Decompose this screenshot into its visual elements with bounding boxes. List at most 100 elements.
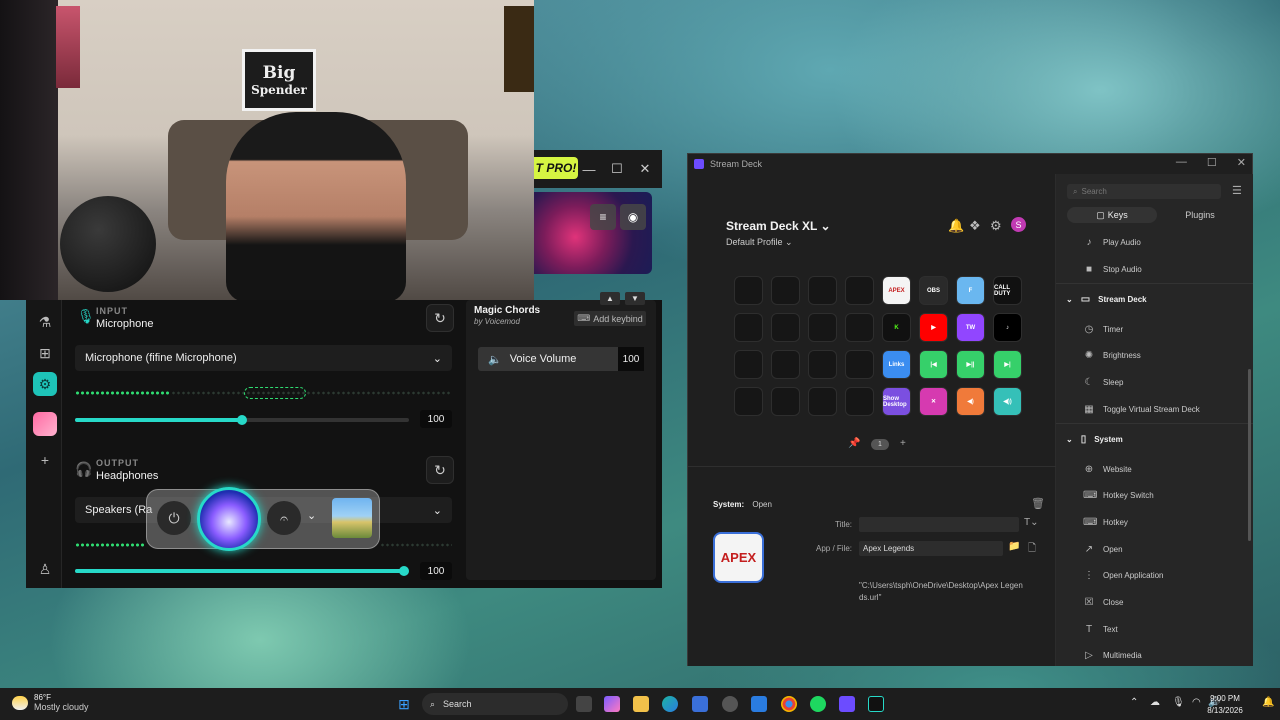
empty-key-slot[interactable]	[771, 313, 800, 342]
empty-key-slot[interactable]	[845, 313, 874, 342]
maximize-button[interactable]: ☐	[1207, 156, 1217, 169]
edge-icon[interactable]	[662, 696, 678, 712]
marketplace-icon[interactable]: ❖	[969, 218, 981, 234]
empty-key-slot[interactable]	[808, 276, 837, 305]
action-item[interactable]: ■ Stop Audio	[1083, 262, 1142, 276]
folder-icon[interactable]: 📁	[1008, 541, 1020, 552]
key-slot[interactable]: APEX	[882, 276, 911, 305]
voice-record-button[interactable]: ◉	[620, 204, 646, 230]
windows-start-icon[interactable]: ⊞	[396, 696, 412, 712]
noise-gate-marker[interactable]	[244, 387, 306, 399]
voice-volume-value[interactable]: 100	[618, 347, 644, 371]
empty-key-slot[interactable]	[845, 387, 874, 416]
empty-key-slot[interactable]	[771, 387, 800, 416]
mic-icon[interactable]: 🎙	[1172, 697, 1185, 708]
action-item[interactable]: ▷ Multimedia	[1083, 649, 1142, 663]
empty-key-slot[interactable]	[808, 350, 837, 379]
output-volume-value[interactable]: 100	[420, 562, 452, 580]
empty-key-slot[interactable]	[845, 350, 874, 379]
maximize-button[interactable]: ☐	[610, 161, 624, 177]
sidebar-profile[interactable]: ♙	[33, 557, 57, 581]
category-header[interactable]: ⌄ ▭ Stream Deck	[1066, 292, 1147, 306]
action-item[interactable]: ↗ Open	[1083, 542, 1123, 556]
chevron-up-icon[interactable]: ⌃	[1130, 697, 1138, 708]
action-search-input[interactable]: ⌕ Search	[1067, 184, 1221, 199]
key-slot[interactable]: ▶	[919, 313, 948, 342]
weather-widget[interactable]: 86°F Mostly cloudy	[12, 693, 89, 712]
output-refresh-button[interactable]: ↻	[426, 456, 454, 484]
pin-icon[interactable]: 📌	[848, 438, 860, 449]
minimize-button[interactable]: —	[582, 162, 596, 177]
action-item[interactable]: ✺ Brightness	[1083, 349, 1141, 363]
key-slot[interactable]: F	[956, 276, 985, 305]
key-slot[interactable]: ✕	[919, 387, 948, 416]
input-volume-knob[interactable]	[237, 415, 247, 425]
tab-keys[interactable]: ▢ Keys	[1067, 207, 1157, 223]
sidebar-scrollbar[interactable]	[1248, 369, 1251, 541]
key-slot[interactable]: Links	[882, 350, 911, 379]
empty-key-slot[interactable]	[845, 276, 874, 305]
task-view-icon[interactable]	[576, 696, 592, 712]
input-device-select[interactable]: Microphone (fifine Microphone) ⌄	[75, 345, 452, 371]
action-item[interactable]: ☒ Close	[1083, 596, 1124, 610]
voice-avatar[interactable]	[197, 487, 261, 551]
key-slot[interactable]: ◀))	[993, 387, 1022, 416]
hear-myself-button[interactable]: 𝄐	[267, 501, 301, 535]
sidebar-voices[interactable]: ⚗	[33, 310, 57, 334]
voice-settings-button[interactable]: ≡	[590, 204, 616, 230]
empty-key-slot[interactable]	[771, 350, 800, 379]
taskbar-search[interactable]: ⌕ Search	[422, 693, 568, 715]
trash-icon[interactable]: 🗑	[1031, 497, 1045, 510]
profile-selector[interactable]: Default Profile ⌄	[726, 237, 793, 248]
file-explorer-icon[interactable]	[633, 696, 649, 712]
category-header[interactable]: ⌄ ▯ System	[1066, 432, 1123, 446]
tab-plugins[interactable]: Plugins	[1160, 207, 1240, 223]
key-icon-preview[interactable]: APEX	[713, 532, 764, 583]
background-thumbnail[interactable]	[332, 498, 372, 538]
empty-key-slot[interactable]	[808, 313, 837, 342]
page-indicator[interactable]: 1	[871, 439, 889, 450]
add-page-button[interactable]: +	[900, 438, 906, 449]
power-button[interactable]: ⏻	[157, 501, 191, 535]
action-item[interactable]: ◷ Timer	[1083, 322, 1124, 336]
empty-key-slot[interactable]	[734, 387, 763, 416]
key-slot[interactable]: TW	[956, 313, 985, 342]
action-item[interactable]: ⋮ Open Application	[1083, 569, 1164, 583]
gear-icon[interactable]: ⚙	[990, 218, 1002, 234]
file-icon[interactable]: 🗋	[1028, 541, 1036, 558]
empty-key-slot[interactable]	[771, 276, 800, 305]
key-slot[interactable]: Show Desktop	[882, 387, 911, 416]
key-slot[interactable]: K	[882, 313, 911, 342]
empty-key-slot[interactable]	[734, 313, 763, 342]
title-input[interactable]	[859, 517, 1019, 532]
streamdeck-taskbar-icon[interactable]	[839, 696, 855, 712]
key-slot[interactable]: ▶|	[993, 350, 1022, 379]
close-button[interactable]: ✕	[638, 161, 652, 177]
account-avatar[interactable]: S	[1011, 217, 1026, 232]
notification-icon[interactable]: 🔔	[1262, 697, 1274, 708]
empty-key-slot[interactable]	[808, 387, 837, 416]
action-item[interactable]: ⌨ Hotkey	[1083, 515, 1128, 529]
action-item[interactable]: ♪ Play Audio	[1083, 235, 1141, 249]
input-volume-value[interactable]: 100	[420, 410, 452, 428]
sidebar-app-tile[interactable]	[33, 412, 57, 436]
voice-volume-control[interactable]: 🔈 Voice Volume	[478, 347, 618, 371]
bell-icon[interactable]: 🔔	[948, 218, 964, 234]
app-file-input[interactable]: Apex Legends	[859, 541, 1003, 556]
chevron-down-icon[interactable]: ⌄	[307, 509, 316, 522]
key-slot[interactable]: |◀	[919, 350, 948, 379]
list-view-icon[interactable]: ☰	[1232, 184, 1242, 197]
action-item[interactable]: T Text	[1083, 622, 1118, 636]
close-button[interactable]: ✕	[1237, 156, 1246, 169]
voicemod-taskbar-icon[interactable]	[868, 696, 884, 712]
empty-key-slot[interactable]	[734, 276, 763, 305]
sidebar-settings[interactable]: ⚙	[33, 372, 57, 396]
clock[interactable]: 9:00 PM 8/13/2026	[1200, 693, 1250, 717]
minimize-button[interactable]: —	[1176, 156, 1187, 169]
output-volume-knob[interactable]	[399, 566, 409, 576]
key-slot[interactable]: CALL DUTY	[993, 276, 1022, 305]
action-item[interactable]: ⊕ Website	[1083, 462, 1132, 476]
sidebar-soundboard[interactable]: ⊞	[33, 341, 57, 365]
thumbs-up-button[interactable]: ▲	[600, 292, 620, 305]
action-item[interactable]: ▦ Toggle Virtual Stream Deck	[1083, 402, 1200, 416]
